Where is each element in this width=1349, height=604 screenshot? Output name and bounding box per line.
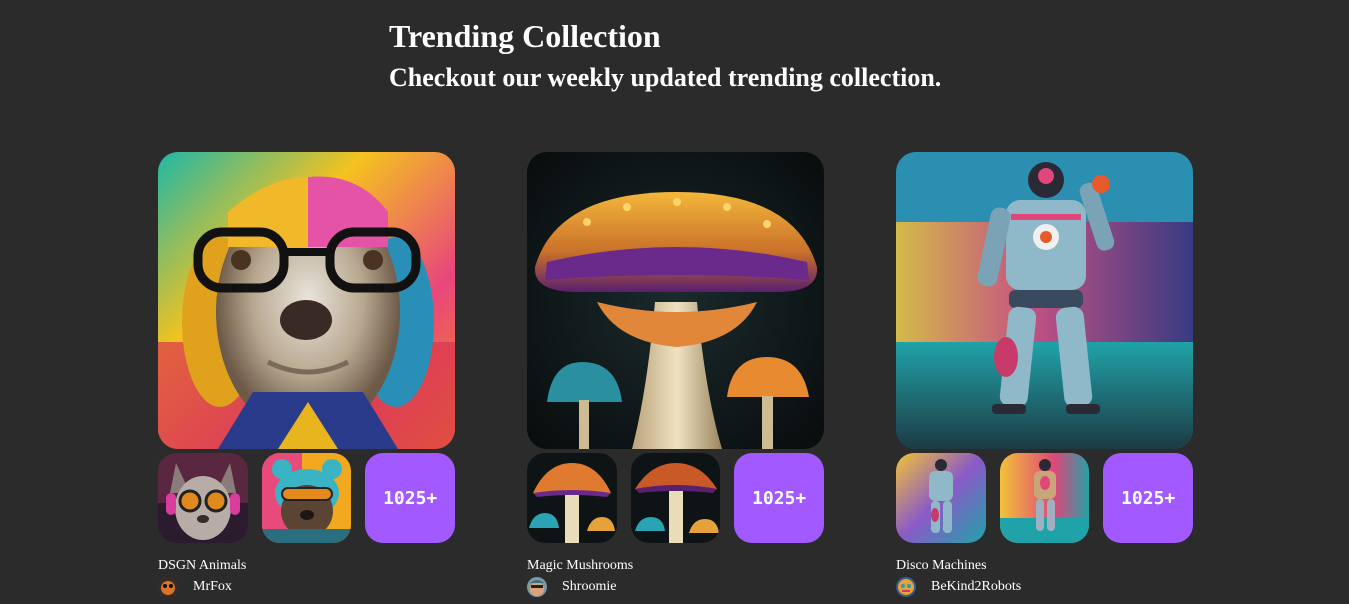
thumbnail-row: 1025+ bbox=[158, 453, 456, 543]
section-header: Trending Collection Checkout our weekly … bbox=[389, 16, 941, 94]
artist-link[interactable]: Shroomie bbox=[527, 577, 824, 597]
glowing-mushroom-image[interactable] bbox=[527, 152, 824, 449]
thumbnail-row: 1025+ bbox=[527, 453, 825, 543]
collection-name[interactable]: Magic Mushrooms bbox=[527, 558, 824, 574]
collection-card-disco-machines[interactable]: 1025+ Disco Machines BeKind2Robots bbox=[896, 152, 1194, 597]
artist-name: Shroomie bbox=[562, 579, 617, 594]
avatar bbox=[158, 577, 178, 597]
mushroom-thumbnail-image[interactable] bbox=[630, 453, 721, 543]
robot-thumbnail-image[interactable] bbox=[896, 453, 986, 543]
thumbnail-row: 1025+ bbox=[896, 453, 1194, 543]
section-title: Trending Collection bbox=[389, 18, 661, 54]
robot-astronaut-image[interactable] bbox=[896, 152, 1193, 449]
artist-link[interactable]: BeKind2Robots bbox=[896, 577, 1193, 597]
collection-card-dsgn-animals[interactable]: 1025+ DSGN Animals MrFox bbox=[158, 152, 456, 597]
cat-with-goggles-image[interactable] bbox=[158, 453, 248, 543]
collection-card-magic-mushrooms[interactable]: 1025+ Magic Mushrooms Shroomie bbox=[527, 152, 825, 597]
avatar bbox=[527, 577, 547, 597]
view-more-button[interactable]: 1025+ bbox=[1103, 453, 1194, 543]
bear-with-glasses-image[interactable] bbox=[261, 453, 352, 543]
collection-name[interactable]: Disco Machines bbox=[896, 558, 1193, 574]
section-subtitle: Checkout our weekly updated trending col… bbox=[389, 63, 942, 92]
robot-thumbnail-image[interactable] bbox=[999, 453, 1090, 543]
artist-link[interactable]: MrFox bbox=[158, 577, 455, 597]
view-more-button[interactable]: 1025+ bbox=[734, 453, 825, 543]
artist-name: BeKind2Robots bbox=[931, 579, 1022, 594]
avatar bbox=[896, 577, 916, 597]
artist-name: MrFox bbox=[193, 579, 232, 594]
collection-name[interactable]: DSGN Animals bbox=[158, 558, 455, 574]
view-more-button[interactable]: 1025+ bbox=[365, 453, 456, 543]
dog-with-glasses-image[interactable] bbox=[158, 152, 455, 449]
mushroom-thumbnail-image[interactable] bbox=[527, 453, 617, 543]
